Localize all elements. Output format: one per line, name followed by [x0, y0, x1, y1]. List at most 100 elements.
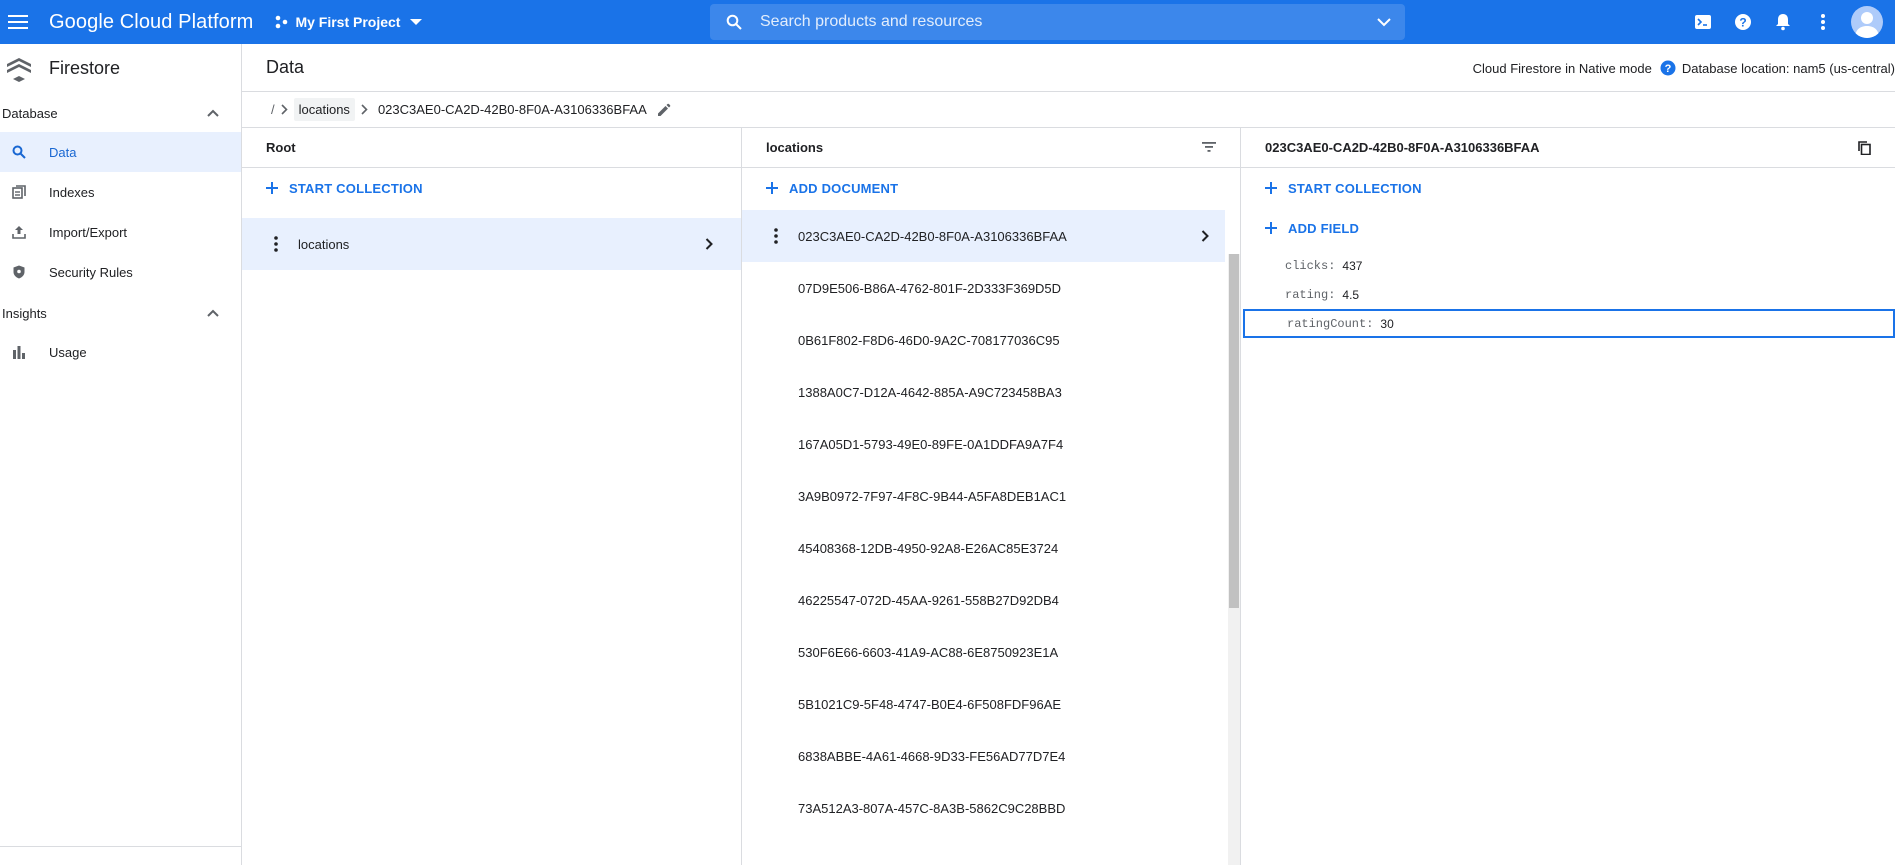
sidebar-item-label: Indexes	[49, 184, 95, 200]
plus-icon	[266, 182, 278, 194]
document-id: 167A05D1-5793-49E0-89FE-0A1DDFA9A7F4	[798, 436, 1064, 452]
filter-icon[interactable]	[1202, 140, 1216, 155]
chevron-right-icon	[705, 218, 713, 270]
document-item[interactable]: 45408368-12DB-4950-92A8-E26AC85E3724	[742, 522, 1225, 574]
sidebar-section-insights[interactable]: Insights	[0, 294, 241, 332]
section-label: Database	[2, 105, 58, 121]
field-row-focused[interactable]: ratingCount: 30	[1243, 309, 1895, 338]
upload-icon	[9, 225, 29, 239]
database-location: Database location: nam5 (us-central)	[1681, 60, 1895, 76]
sidebar-section-database[interactable]: Database	[0, 94, 241, 132]
breadcrumb-document[interactable]: 023C3AE0-CA2D-42B0-8F0A-A3106336BFAA	[378, 102, 647, 117]
sidebar-item-data[interactable]: Data	[0, 132, 241, 172]
document-id: 530F6E66-6603-41A9-AC88-6E8750923E1A	[798, 644, 1059, 660]
chevron-down-icon[interactable]	[1377, 17, 1391, 27]
project-name: My First Project	[295, 14, 401, 30]
field-list: clicks: 437 rating: 4.5 ratingCount: 30	[1241, 251, 1895, 338]
collection-item-locations[interactable]: locations	[242, 218, 741, 270]
document-item[interactable]: 6838ABBE-4A61-4668-9D33-FE56AD77D7E4	[742, 730, 1225, 782]
more-vert-icon[interactable]	[766, 228, 786, 244]
breadcrumb: / locations 023C3AE0-CA2D-42B0-8F0A-A310…	[242, 92, 1895, 128]
document-id: 46225547-072D-45AA-9261-558B27D92DB4	[798, 592, 1059, 608]
document-item[interactable]: 530F6E66-6603-41A9-AC88-6E8750923E1A	[742, 626, 1225, 678]
sidebar-item-label: Security Rules	[49, 264, 133, 280]
document-id: 023C3AE0-CA2D-42B0-8F0A-A3106336BFAA	[798, 228, 1067, 244]
svg-text:?: ?	[1739, 16, 1746, 30]
document-id: 6838ABBE-4A61-4668-9D33-FE56AD77D7E4	[798, 748, 1066, 764]
sidebar-item-usage[interactable]: Usage	[0, 332, 241, 372]
document-item[interactable]: 5B1021C9-5F48-4747-B0E4-6F508FDF96AE	[742, 678, 1225, 730]
field-row[interactable]: rating: 4.5	[1241, 280, 1895, 309]
button-label: START COLLECTION	[289, 180, 423, 196]
caret-down-icon	[410, 18, 423, 25]
document-item[interactable]: 07D9E506-B86A-4762-801F-2D333F369D5D	[742, 262, 1225, 314]
notifications-icon[interactable]	[1763, 0, 1803, 44]
help-circle-icon[interactable]: ?	[1660, 60, 1676, 76]
sidebar: Firestore Database Data Indexes Import/E…	[0, 44, 242, 865]
sidebar-item-indexes[interactable]: Indexes	[0, 172, 241, 212]
search-icon	[726, 14, 742, 30]
sidebar-item-label: Usage	[49, 344, 87, 360]
brand-title[interactable]: Google Cloud Platform	[49, 11, 253, 34]
more-vert-icon[interactable]	[266, 236, 286, 252]
document-item[interactable]: 167A05D1-5793-49E0-89FE-0A1DDFA9A7F4	[742, 418, 1225, 470]
field-value: 30	[1380, 316, 1394, 331]
collection-panel-title: locations	[766, 140, 824, 155]
avatar[interactable]	[1851, 6, 1883, 38]
more-vert-icon[interactable]	[1803, 0, 1843, 44]
document-item[interactable]: 0B61F802-F8D6-46D0-9A2C-708177036C95	[742, 314, 1225, 366]
root-panel: Root START COLLECTION locations	[242, 128, 742, 865]
page-title: Data	[266, 57, 305, 77]
sidebar-item-security-rules[interactable]: Security Rules	[0, 252, 241, 292]
field-value: 437	[1342, 258, 1363, 273]
breadcrumb-root[interactable]: /	[271, 102, 275, 117]
document-item[interactable]: 1388A0C7-D12A-4642-885A-A9C723458BA3	[742, 366, 1225, 418]
sidebar-item-label: Import/Export	[49, 224, 128, 240]
start-collection-button[interactable]: START COLLECTION	[242, 168, 741, 208]
document-list: 023C3AE0-CA2D-42B0-8F0A-A3106336BFAA 07D…	[742, 210, 1240, 834]
menu-icon[interactable]	[0, 0, 36, 44]
project-dots-icon	[276, 15, 288, 29]
collection-name: locations	[298, 236, 350, 252]
document-item-selected[interactable]: 023C3AE0-CA2D-42B0-8F0A-A3106336BFAA	[742, 210, 1225, 262]
document-id: 0B61F802-F8D6-46D0-9A2C-708177036C95	[798, 332, 1060, 348]
field-row[interactable]: clicks: 437	[1241, 251, 1895, 280]
search-bar[interactable]	[710, 4, 1405, 40]
button-label: START COLLECTION	[1288, 180, 1422, 196]
plus-icon	[766, 182, 778, 194]
chevron-right-icon	[281, 104, 288, 115]
document-item[interactable]: 3A9B0972-7F97-4F8C-9B44-A5FA8DEB1AC1	[742, 470, 1225, 522]
document-id: 1388A0C7-D12A-4642-885A-A9C723458BA3	[798, 384, 1062, 400]
document-panel-title: 023C3AE0-CA2D-42B0-8F0A-A3106336BFAA	[1265, 140, 1540, 155]
edit-icon[interactable]	[657, 103, 671, 117]
chevron-right-icon	[1201, 210, 1209, 262]
breadcrumb-collection[interactable]: locations	[293, 98, 355, 121]
cloud-shell-icon[interactable]	[1683, 0, 1723, 44]
scrollbar-thumb[interactable]	[1229, 254, 1239, 608]
bar-chart-icon	[9, 345, 29, 359]
document-id: 07D9E506-B86A-4762-801F-2D333F369D5D	[798, 280, 1062, 296]
document-id: 3A9B0972-7F97-4F8C-9B44-A5FA8DEB1AC1	[798, 488, 1067, 504]
collection-panel: locations ADD DOCUMENT 023C3AE0-CA2D-42B…	[742, 128, 1241, 865]
search-input[interactable]	[760, 13, 1377, 31]
chevron-right-icon	[361, 104, 368, 115]
help-icon[interactable]: ?	[1723, 0, 1763, 44]
document-item[interactable]: 73A512A3-807A-457C-8A3B-5862C9C28BBD	[742, 782, 1225, 834]
copy-icon[interactable]	[1858, 140, 1871, 155]
document-item[interactable]: 46225547-072D-45AA-9261-558B27D92DB4	[742, 574, 1225, 626]
shield-icon	[9, 265, 29, 279]
root-panel-title: Root	[266, 140, 296, 155]
section-label: Insights	[2, 305, 47, 321]
document-id: 45408368-12DB-4950-92A8-E26AC85E3724	[798, 540, 1059, 556]
indexes-icon	[9, 185, 29, 199]
field-key: clicks:	[1285, 258, 1336, 273]
add-field-button[interactable]: ADD FIELD	[1241, 208, 1895, 248]
field-key: ratingCount:	[1287, 316, 1374, 331]
add-document-button[interactable]: ADD DOCUMENT	[742, 168, 1240, 208]
field-value: 4.5	[1342, 287, 1360, 302]
plus-icon	[1265, 182, 1277, 194]
sidebar-item-import-export[interactable]: Import/Export	[0, 212, 241, 252]
project-selector[interactable]: My First Project	[275, 14, 428, 30]
chevron-up-icon	[207, 109, 219, 117]
start-collection-button[interactable]: START COLLECTION	[1241, 168, 1895, 208]
